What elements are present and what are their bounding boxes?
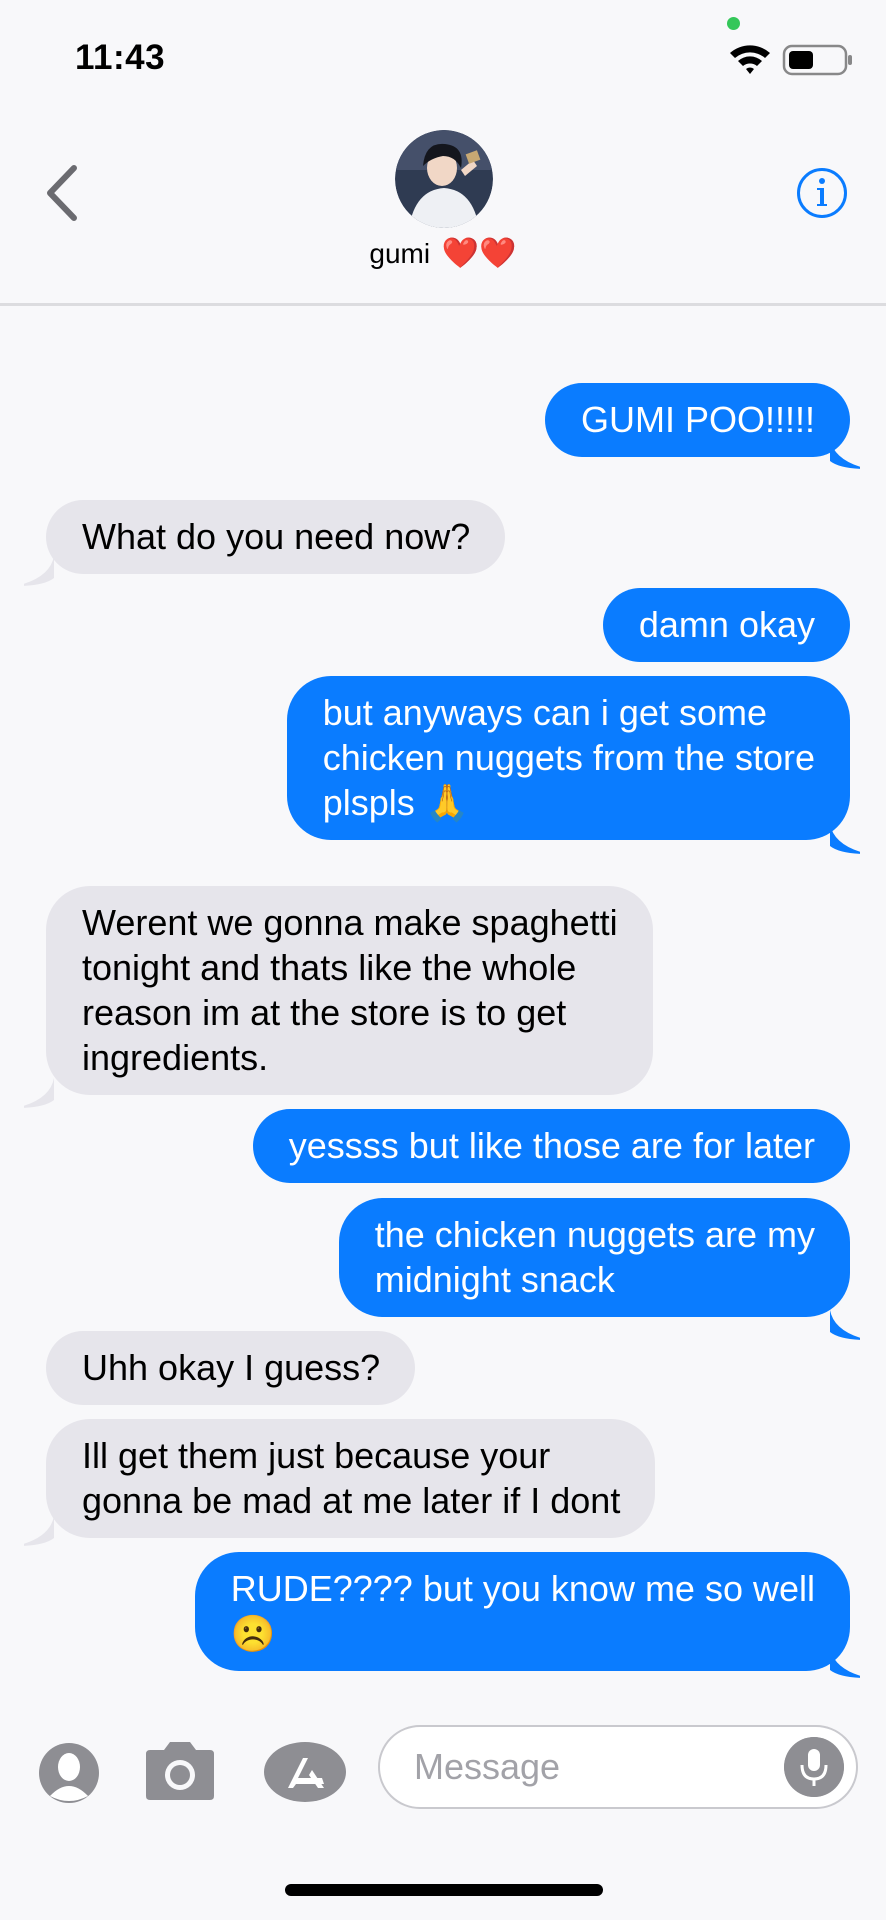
- message-input-field[interactable]: [378, 1725, 858, 1809]
- contact-name[interactable]: gumi ❤️❤️: [0, 236, 886, 271]
- messages-screen: 11:43 gumi ❤️❤️ GUMI POO!!!!! What do yo…: [0, 0, 886, 1920]
- message-bubble-outgoing[interactable]: but anyways can i get some chicken nugge…: [286, 676, 850, 840]
- bubble-tail: [830, 439, 860, 469]
- bubble-tail: [24, 1516, 54, 1546]
- message-bubble-incoming[interactable]: What do you need now?: [46, 500, 506, 574]
- message-bubble-incoming[interactable]: Werent we gonna make spaghetti tonight a…: [46, 886, 653, 1095]
- message-bubble-outgoing[interactable]: yessss but like those are for later: [252, 1109, 850, 1183]
- message-bubble-outgoing[interactable]: damn okay: [602, 588, 850, 662]
- message-bubble-outgoing[interactable]: GUMI POO!!!!!: [544, 383, 850, 457]
- info-icon[interactable]: [796, 167, 848, 219]
- compose-bar: [0, 1700, 886, 1850]
- message-bubble-outgoing[interactable]: the chicken nuggets are my midnight snac…: [338, 1198, 850, 1317]
- chevron-left-icon[interactable]: [42, 162, 82, 224]
- memoji-icon[interactable]: [38, 1742, 100, 1804]
- bubble-tail: [24, 1078, 54, 1108]
- app-store-icon[interactable]: [262, 1740, 348, 1804]
- conversation-header: gumi ❤️❤️: [0, 110, 886, 306]
- message-thread: GUMI POO!!!!! What do you need now? damn…: [0, 306, 886, 1686]
- bubble-tail: [830, 824, 860, 854]
- bubble-tail: [830, 1648, 860, 1678]
- status-time: 11:43: [75, 38, 166, 77]
- message-bubble-incoming[interactable]: Ill get them just because your gonna be …: [46, 1419, 656, 1538]
- battery-icon: [782, 44, 852, 76]
- contact-avatar[interactable]: [395, 130, 493, 228]
- bubble-tail: [24, 556, 54, 586]
- message-bubble-incoming[interactable]: Uhh okay I guess?: [46, 1331, 416, 1405]
- bubble-tail: [830, 1310, 860, 1340]
- camera-icon[interactable]: [142, 1740, 218, 1802]
- contact-name-text: gumi: [369, 238, 431, 269]
- message-input[interactable]: [414, 1741, 754, 1793]
- home-indicator[interactable]: [285, 1884, 603, 1896]
- status-bar: 11:43: [0, 0, 886, 110]
- message-bubble-outgoing[interactable]: RUDE???? but you know me so well ☹️: [194, 1552, 850, 1671]
- microphone-icon[interactable]: [784, 1737, 844, 1797]
- contact-emoji: ❤️❤️: [441, 237, 517, 270]
- camera-indicator-dot: [727, 17, 740, 30]
- wifi-icon: [730, 45, 770, 74]
